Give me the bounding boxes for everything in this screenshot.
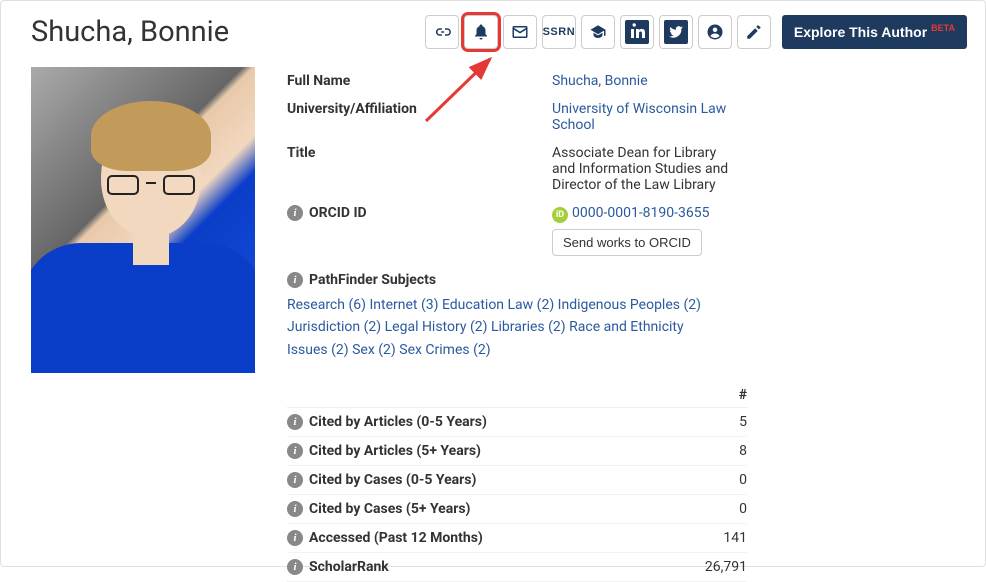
info-icon: i	[287, 272, 303, 288]
permalink-button[interactable]	[425, 15, 459, 49]
info-icon: i	[287, 443, 303, 459]
info-icon: i	[287, 559, 303, 575]
title-label: Title	[287, 145, 552, 161]
metric-value: 8	[739, 443, 747, 459]
metric-label: i Cited by Articles (0-5 Years)	[287, 414, 487, 430]
person-icon	[706, 23, 724, 41]
affiliation-value[interactable]: University of Wisconsin Law School	[552, 101, 742, 133]
orcid-label: i ORCID ID	[287, 205, 552, 221]
toolbar: SSRN Explore This Author BETA	[425, 15, 967, 49]
link-icon	[433, 23, 451, 41]
author-name-heading: Shucha, Bonnie	[31, 15, 229, 49]
email-button[interactable]	[503, 15, 537, 49]
metric-label: i Accessed (Past 12 Months)	[287, 530, 483, 546]
metric-row: i ScholarRank 26,791	[287, 553, 747, 582]
metric-value: 5	[739, 414, 747, 430]
metric-label: i Cited by Cases (5+ Years)	[287, 501, 470, 517]
orcid-value[interactable]: iD0000-0001-8190-3655 Send works to ORCI…	[552, 205, 742, 256]
beta-badge: BETA	[931, 23, 955, 33]
subjects-list[interactable]: Research (6) Internet (3) Education Law …	[287, 294, 727, 361]
alert-bell-button[interactable]	[464, 15, 498, 49]
mail-icon	[511, 23, 529, 41]
info-icon: i	[287, 414, 303, 430]
send-to-orcid-button[interactable]: Send works to ORCID	[552, 229, 702, 256]
metric-row: i Cited by Cases (0-5 Years) 0	[287, 466, 747, 495]
affiliation-label: University/Affiliation	[287, 101, 552, 117]
full-name-value[interactable]: Shucha, Bonnie	[552, 73, 742, 89]
metric-label: i Cited by Cases (0-5 Years)	[287, 472, 476, 488]
twitter-button[interactable]	[659, 15, 693, 49]
explore-author-button[interactable]: Explore This Author BETA	[782, 15, 967, 49]
metric-label: i Cited by Articles (5+ Years)	[287, 443, 481, 459]
metric-value: 26,791	[705, 559, 747, 575]
metric-value: 0	[739, 501, 747, 517]
metric-label: i ScholarRank	[287, 559, 389, 575]
pathfinder-subjects-label: i PathFinder Subjects	[287, 272, 967, 288]
metrics-count-header: #	[739, 387, 747, 403]
title-value: Associate Dean for Library and Informati…	[552, 145, 742, 193]
ssrn-button[interactable]: SSRN	[542, 15, 576, 49]
metric-value: 141	[723, 530, 747, 546]
ssrn-icon: SSRN	[543, 26, 576, 38]
google-scholar-button[interactable]	[581, 15, 615, 49]
metric-row: i Accessed (Past 12 Months) 141	[287, 524, 747, 553]
metric-row: i Cited by Articles (0-5 Years) 5	[287, 408, 747, 437]
linkedin-button[interactable]	[620, 15, 654, 49]
twitter-icon	[664, 20, 688, 44]
info-icon: i	[287, 501, 303, 517]
author-photo	[31, 67, 255, 373]
info-icon: i	[287, 530, 303, 546]
google-scholar-icon	[589, 23, 607, 41]
full-name-label: Full Name	[287, 73, 552, 89]
metric-row: i Cited by Articles (5+ Years) 8	[287, 437, 747, 466]
info-icon: i	[287, 205, 303, 221]
bell-icon	[472, 23, 490, 41]
metric-row: i Cited by Cases (5+ Years) 0	[287, 495, 747, 524]
orcid-badge-icon: iD	[552, 207, 568, 223]
info-icon: i	[287, 472, 303, 488]
edit-icon	[745, 23, 763, 41]
linkedin-icon	[625, 20, 649, 44]
explore-label: Explore This Author	[794, 24, 927, 40]
metric-value: 0	[739, 472, 747, 488]
edit-button[interactable]	[737, 15, 771, 49]
profile-button[interactable]	[698, 15, 732, 49]
